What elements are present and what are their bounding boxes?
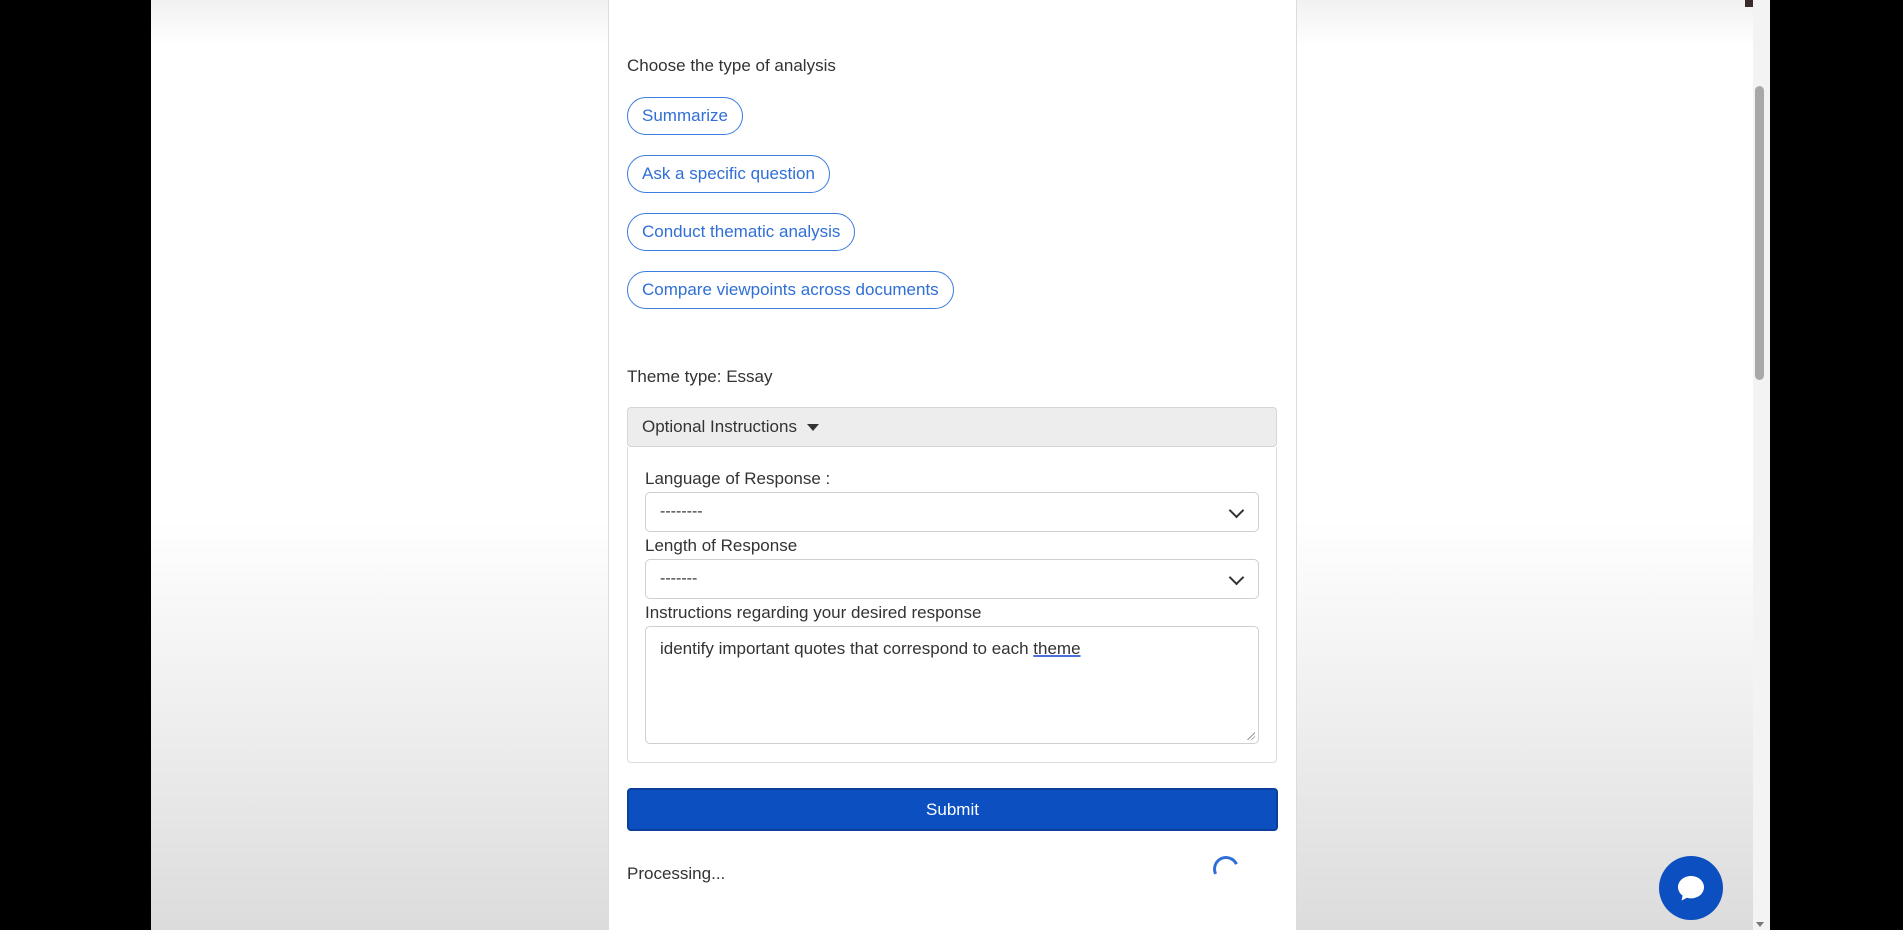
length-label: Length of Response <box>645 536 798 555</box>
resize-handle-icon[interactable] <box>1246 731 1255 740</box>
loading-spinner-icon <box>1209 852 1243 886</box>
instructions-textarea[interactable]: identify important quotes that correspon… <box>645 626 1259 744</box>
length-select[interactable]: ------- <box>645 559 1259 599</box>
chat-bubble-icon <box>1678 876 1704 901</box>
page-scrollbar-thumb[interactable] <box>1755 86 1764 380</box>
spellcheck-flagged-word: theme <box>1033 639 1081 658</box>
theme-type-label: Theme type: Essay <box>627 367 773 386</box>
thematic-analysis-option-button[interactable]: Conduct thematic analysis <box>627 213 856 251</box>
submit-button[interactable]: Submit <box>627 788 1278 831</box>
compare-viewpoints-option-button[interactable]: Compare viewpoints across documents <box>627 271 954 309</box>
summarize-option-button[interactable]: Summarize <box>627 97 743 135</box>
caret-down-icon <box>806 423 819 431</box>
chevron-down-icon <box>1228 569 1245 586</box>
chat-widget-button[interactable] <box>1659 856 1723 920</box>
ask-question-option-button[interactable]: Ask a specific question <box>627 155 830 193</box>
scroll-down-arrow-icon[interactable] <box>1756 922 1764 927</box>
length-selected-value: ------- <box>660 570 698 587</box>
language-label: Language of Response : <box>645 469 831 488</box>
instructions-text: identify important quotes that correspon… <box>660 639 1034 658</box>
analysis-type-heading: Choose the type of analysis <box>627 56 836 75</box>
language-selected-value: -------- <box>660 503 703 520</box>
processing-status: Processing... <box>627 864 726 883</box>
optional-instructions-panel: Language of Response : -------- Length o… <box>627 447 1277 763</box>
instructions-label: Instructions regarding your desired resp… <box>645 603 982 622</box>
browser-viewport: Choose the type of analysis Summarize As… <box>151 0 1770 930</box>
main-form-column: Choose the type of analysis Summarize As… <box>608 0 1297 930</box>
optional-instructions-toggle[interactable]: Optional Instructions <box>627 407 1277 447</box>
optional-instructions-title: Optional Instructions <box>642 417 797 436</box>
language-select[interactable]: -------- <box>645 492 1259 532</box>
chevron-down-icon <box>1228 502 1245 519</box>
